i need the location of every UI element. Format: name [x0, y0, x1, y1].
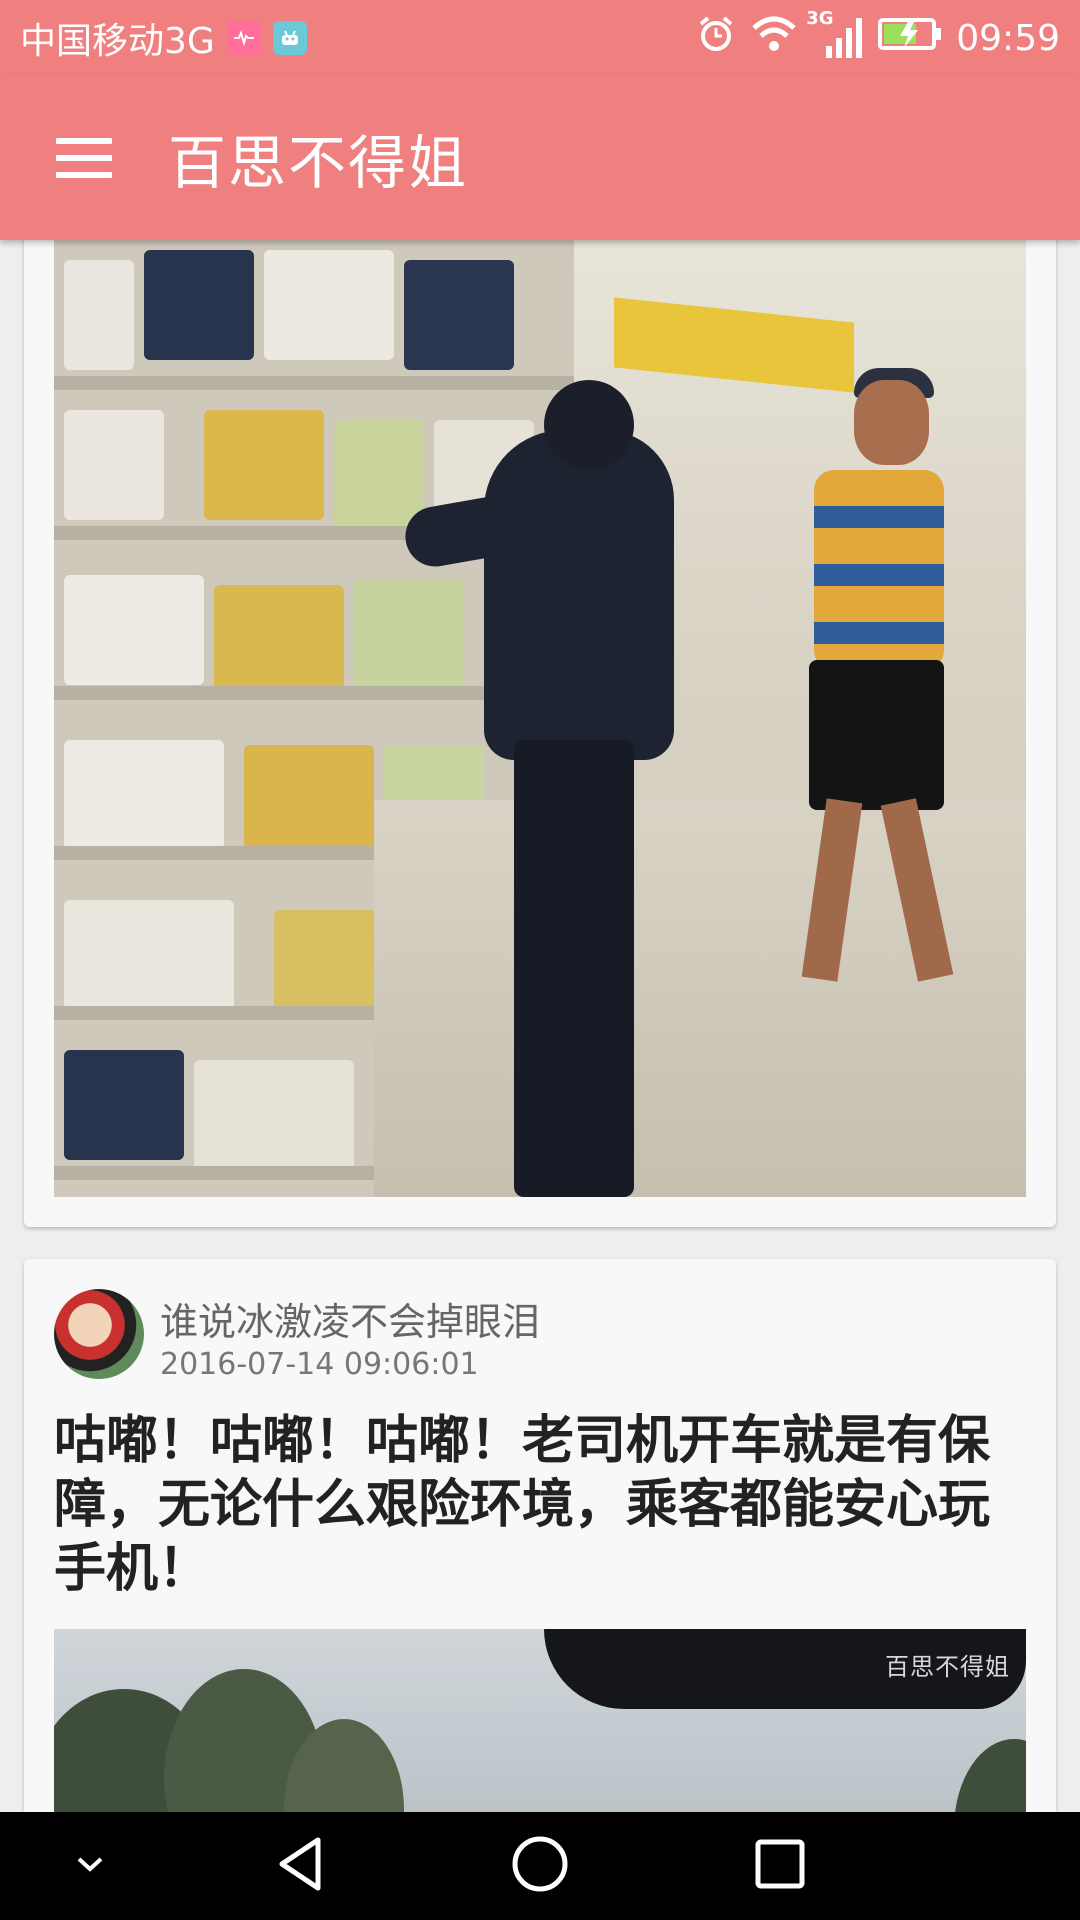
carrier-label: 中国移动3G [20, 21, 215, 62]
clock-label: 09:59 [956, 17, 1060, 59]
post-timestamp: 2016-07-14 09:06:01 [160, 1347, 479, 1382]
battery-charging-icon [878, 16, 942, 61]
avatar[interactable] [54, 1289, 144, 1379]
recents-button[interactable] [720, 1812, 840, 1920]
post-card[interactable]: 谁说冰激凌不会掉眼泪 2016-07-14 09:06:01 咕嘟！咕嘟！咕嘟！… [24, 1259, 1056, 1812]
back-button[interactable] [240, 1812, 360, 1920]
app-title: 百思不得姐 [168, 129, 469, 197]
android-icon [272, 21, 307, 55]
menu-button[interactable] [0, 76, 168, 240]
heart-monitor-icon [226, 21, 261, 55]
post-image[interactable] [54, 240, 1026, 1197]
watermark: 百思不得姐 [885, 1653, 1010, 1681]
collapse-button[interactable] [30, 1812, 150, 1920]
home-button[interactable] [480, 1812, 600, 1920]
status-bar: 中国移动3G 3G 09:59 [0, 0, 1080, 76]
network-type-label: 3G [806, 8, 834, 29]
hamburger-menu-icon [56, 138, 112, 178]
recents-icon [752, 1836, 808, 1896]
navigation-bar [0, 1812, 1080, 1920]
chevron-down-icon [73, 1853, 107, 1879]
post-card[interactable] [24, 240, 1056, 1227]
app-bar: 百思不得姐 [0, 76, 1080, 240]
home-icon [510, 1834, 570, 1898]
signal-icon: 3G [806, 8, 864, 60]
feed-list[interactable]: 谁说冰激凌不会掉眼泪 2016-07-14 09:06:01 咕嘟！咕嘟！咕嘟！… [0, 240, 1080, 1812]
alarm-icon [696, 14, 736, 63]
wifi-icon [750, 14, 798, 63]
post-text: 咕嘟！咕嘟！咕嘟！老司机开车就是有保障，无论什么艰险环境，乘客都能安心玩手机！ [54, 1411, 991, 1599]
back-icon [272, 1834, 328, 1898]
user-name[interactable]: 谁说冰激凌不会掉眼泪 [160, 1291, 540, 1346]
post-image[interactable]: 百思不得姐 [54, 1629, 1026, 1812]
